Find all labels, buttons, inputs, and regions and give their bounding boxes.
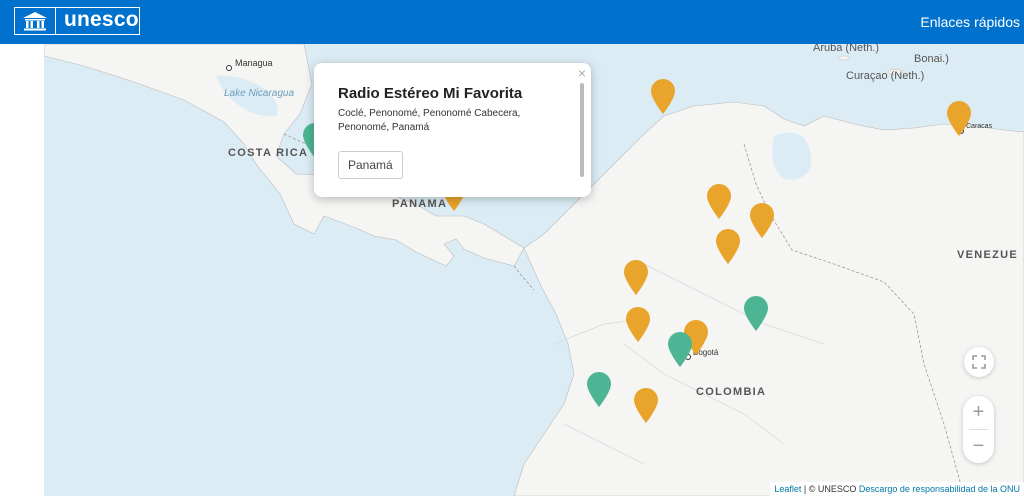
- map-marker[interactable]: [622, 258, 650, 296]
- fullscreen-icon: [972, 355, 986, 369]
- quick-links-menu[interactable]: Enlaces rápidos: [920, 14, 1020, 30]
- map-marker[interactable]: [632, 386, 660, 424]
- aruba-label: Aruba (Neth.): [813, 44, 880, 54]
- temple-icon: [15, 8, 56, 34]
- leaflet-link[interactable]: Leaflet: [774, 484, 801, 494]
- panama-label: PANAMA: [392, 198, 448, 210]
- zoom-out-button[interactable]: −: [963, 430, 994, 463]
- unesco-logo[interactable]: unesco: [14, 7, 140, 35]
- zoom-control: + −: [963, 396, 994, 463]
- map-marker[interactable]: [714, 227, 742, 265]
- map-marker[interactable]: [742, 294, 770, 332]
- map-viewport[interactable]: Managua Lake Nicaragua COSTA RICA PANAMA…: [44, 44, 1024, 496]
- logo-wordmark: unesco: [64, 7, 139, 31]
- lake-nicaragua-label: Lake Nicaragua: [224, 88, 295, 99]
- popup-title: Radio Estéreo Mi Favorita: [338, 85, 523, 102]
- marker-popup: × Radio Estéreo Mi Favorita Coclé, Penon…: [314, 63, 591, 197]
- map-attribution: Leaflet | © UNESCO Descargo de responsab…: [770, 482, 1024, 496]
- map-marker[interactable]: [585, 370, 613, 408]
- attribution-copyright: | © UNESCO: [801, 484, 859, 494]
- venezuela-label: VENEZUE: [957, 249, 1019, 261]
- top-navigation-bar: unesco Enlaces rápidos: [0, 0, 1024, 44]
- fullscreen-button[interactable]: [964, 347, 994, 377]
- costa-rica-label: COSTA RICA: [228, 147, 309, 159]
- popup-scrollbar[interactable]: [580, 83, 584, 177]
- colombia-label: COLOMBIA: [696, 386, 767, 398]
- curacao-label: Curaçao (Neth.): [846, 70, 925, 82]
- map-marker[interactable]: [705, 182, 733, 220]
- un-disclaimer-link[interactable]: Descargo de responsabilidad de la ONU: [859, 484, 1020, 494]
- country-tag-button[interactable]: Panamá: [338, 151, 403, 179]
- popup-address: Coclé, Penonomé, Penonomé Cabecera, Peno…: [338, 108, 521, 133]
- popup-close-button[interactable]: ×: [578, 65, 586, 81]
- managua-label: Managua: [235, 58, 273, 68]
- map-marker[interactable]: [666, 330, 694, 368]
- map-marker[interactable]: [945, 99, 973, 137]
- map-marker[interactable]: [649, 77, 677, 115]
- map-marker[interactable]: [624, 305, 652, 343]
- zoom-in-button[interactable]: +: [963, 396, 994, 429]
- map-marker[interactable]: [748, 201, 776, 239]
- managua-city-dot: [226, 65, 232, 71]
- bonaire-label: Bonai.): [914, 53, 949, 65]
